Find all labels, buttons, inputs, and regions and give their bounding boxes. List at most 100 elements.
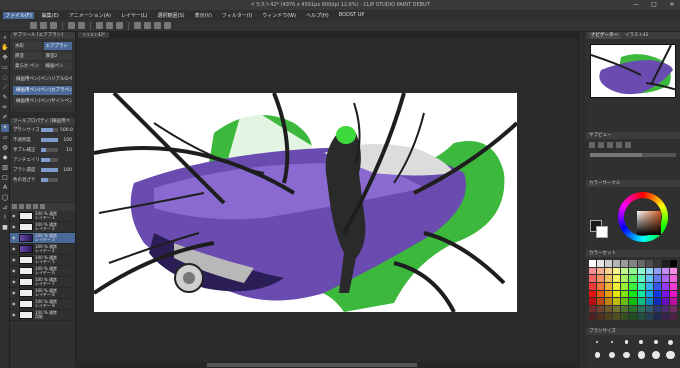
layer-row[interactable]: ◉ 100 % 通常 レイヤー 4 (10, 244, 75, 255)
palette-swatch[interactable] (629, 313, 637, 320)
layer-row[interactable]: ◉ 100 % 通常 レイヤー 9 (10, 299, 75, 310)
palette-swatch[interactable] (669, 313, 677, 320)
palette-swatch[interactable] (637, 290, 645, 298)
palette-swatch[interactable] (589, 305, 597, 313)
palette-swatch[interactable] (645, 275, 653, 282)
brush-size-preset[interactable] (590, 337, 605, 347)
property-row[interactable]: 色の混ざり (10, 175, 75, 185)
select-tool-icon[interactable]: ▭ (1, 64, 9, 72)
new-file-icon[interactable] (30, 22, 37, 29)
brush-size-preset[interactable] (634, 350, 649, 360)
palette-swatch[interactable] (669, 267, 677, 275)
merge-icon[interactable] (33, 204, 38, 209)
property-slider[interactable] (41, 128, 58, 132)
palette-swatch[interactable] (661, 282, 669, 290)
tab-document[interactable]: イラスト42 (625, 32, 649, 39)
palette-swatch[interactable] (629, 282, 637, 290)
flip-icon[interactable] (616, 142, 622, 148)
palette-swatch[interactable] (597, 267, 605, 275)
airbrush-tool-icon[interactable]: ✦ (1, 124, 9, 132)
palette-swatch[interactable] (661, 313, 669, 320)
palette-swatch[interactable] (645, 290, 653, 298)
menu-file[interactable]: ファイル(F) (3, 11, 34, 19)
menu-filter[interactable]: フィルター(I) (220, 12, 254, 19)
palette-swatch[interactable] (605, 275, 613, 282)
menu-animation[interactable]: アニメーション(A) (67, 12, 113, 19)
navigator-preview[interactable] (590, 44, 676, 98)
color-swatch-icon[interactable]: ■ (1, 224, 9, 232)
layer-row[interactable]: ◉ 100 % 通常 レイヤー 7 (10, 277, 75, 288)
palette-swatch[interactable] (589, 260, 597, 267)
new-folder-icon[interactable] (19, 204, 24, 209)
palette-swatch[interactable] (653, 275, 661, 282)
palette-swatch[interactable] (589, 290, 597, 298)
palette-swatch[interactable] (661, 260, 669, 267)
horizontal-scroll-thumb[interactable] (207, 363, 417, 367)
artwork-canvas[interactable] (94, 93, 517, 312)
selection-launcher-icon[interactable] (154, 22, 161, 29)
palette-swatch[interactable] (589, 275, 597, 282)
palette-swatch[interactable] (613, 282, 621, 290)
menu-boost-up[interactable]: BOOST UP (337, 12, 367, 18)
brush-size-preset[interactable] (663, 350, 678, 360)
property-row[interactable]: ブラシ濃度 100 (10, 165, 75, 175)
palette-swatch[interactable] (613, 267, 621, 275)
palette-swatch[interactable] (597, 313, 605, 320)
layer-row[interactable]: ◉ 100 % 通常 レイヤー 1 (10, 211, 75, 222)
palette-swatch[interactable] (653, 267, 661, 275)
palette-swatch[interactable] (621, 275, 629, 282)
ruler-tool-icon[interactable]: ⊿ (1, 204, 9, 212)
pen-tool-icon[interactable]: ✎ (1, 94, 9, 102)
palette-swatch[interactable] (629, 275, 637, 282)
visibility-eye-icon[interactable]: ◉ (12, 225, 17, 229)
palette-swatch[interactable] (645, 313, 653, 320)
subtool-tab[interactable]: 線画ペン (43, 62, 72, 70)
visibility-eye-icon[interactable]: ◉ (12, 280, 17, 284)
palette-swatch[interactable] (637, 275, 645, 282)
layer-row[interactable]: ◉ 100 % 通常 レイヤー 5 (10, 255, 75, 266)
palette-swatch[interactable] (621, 305, 629, 313)
fill-icon[interactable] (106, 22, 113, 29)
close-button[interactable]: ✕ (668, 0, 676, 10)
palette-swatch[interactable] (621, 267, 629, 275)
palette-swatch[interactable] (669, 275, 677, 282)
property-row[interactable]: アンチエイリアス (10, 155, 75, 165)
zoom-tool-icon[interactable]: ⌕ (1, 34, 9, 42)
palette-swatch[interactable] (637, 313, 645, 320)
tab-navigator[interactable]: ナビゲーター (589, 32, 620, 39)
palette-swatch[interactable] (605, 298, 613, 305)
menu-layer[interactable]: レイヤー(L) (119, 12, 150, 19)
palette-swatch[interactable] (629, 267, 637, 275)
zoom-out-icon[interactable] (598, 142, 604, 148)
brush-size-preset[interactable] (619, 350, 634, 360)
palette-swatch[interactable] (669, 282, 677, 290)
palette-swatch[interactable] (629, 290, 637, 298)
palette-swatch[interactable] (597, 290, 605, 298)
palette-swatch[interactable] (645, 282, 653, 290)
brush-item[interactable]: 線画用ペン(ペン)サインペン改 (13, 97, 72, 106)
property-slider[interactable] (41, 168, 58, 172)
visibility-eye-icon[interactable]: ◉ (12, 313, 17, 317)
canvas-tab[interactable]: イラスト42* (78, 32, 110, 38)
brush-size-preset[interactable] (619, 337, 634, 347)
open-file-icon[interactable] (40, 22, 47, 29)
visibility-eye-icon[interactable]: ◉ (12, 258, 17, 262)
subtool-tab[interactable]: エアブラシ (43, 42, 72, 50)
property-slider[interactable] (41, 138, 58, 142)
text-tool-icon[interactable]: A (1, 184, 9, 192)
palette-swatch[interactable] (621, 313, 629, 320)
property-row[interactable]: 手ブレ補正 10 (10, 145, 75, 155)
hue-ring[interactable] (618, 192, 668, 242)
property-row[interactable]: 不透明度 100 (10, 135, 75, 145)
palette-swatch[interactable] (661, 305, 669, 313)
property-slider[interactable] (41, 158, 58, 162)
palette-swatch[interactable] (621, 282, 629, 290)
menu-selection[interactable]: 選択範囲(S) (156, 12, 187, 19)
layer-row[interactable]: ◉ 100 % 通常 レイヤー 3 (10, 233, 75, 244)
palette-swatch[interactable] (589, 267, 597, 275)
palette-swatch[interactable] (645, 267, 653, 275)
palette-swatch[interactable] (645, 298, 653, 305)
palette-swatch[interactable] (613, 290, 621, 298)
save-icon[interactable] (50, 22, 57, 29)
hand-tool-icon[interactable]: ✋ (1, 44, 9, 52)
